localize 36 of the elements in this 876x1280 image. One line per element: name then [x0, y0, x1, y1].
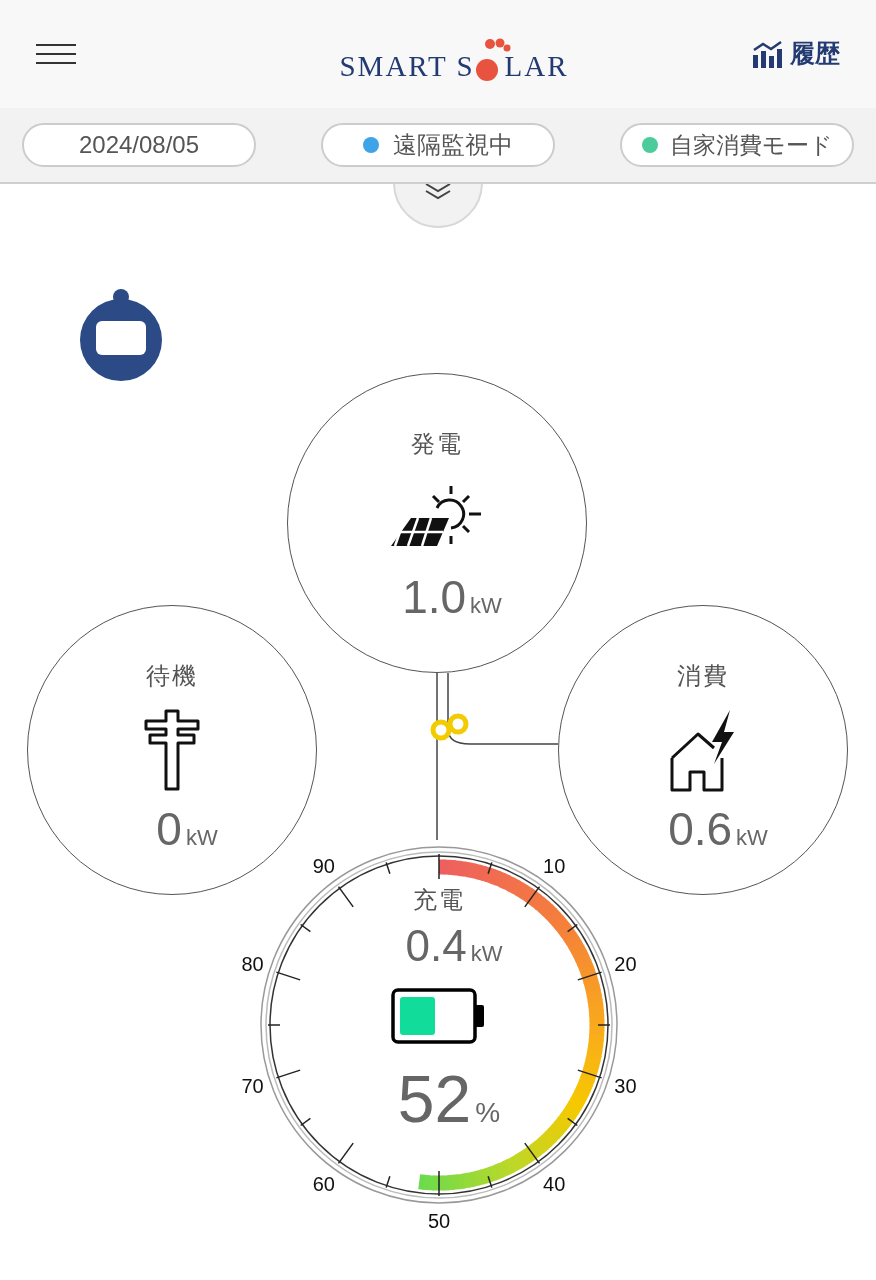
- robot-icon[interactable]: [79, 288, 163, 382]
- generation-label: 発電: [411, 429, 463, 459]
- gauge-scale-label: 10: [543, 855, 566, 878]
- chevron-down-icon: [424, 184, 452, 200]
- generation-unit: kW: [470, 592, 502, 620]
- history-button[interactable]: 履歴: [752, 35, 840, 73]
- gauge-scale-label: 80: [241, 953, 264, 976]
- generation-value: 1.0: [402, 574, 467, 620]
- battery-icon: [391, 988, 487, 1044]
- percent-unit: %: [475, 1096, 501, 1130]
- consumption-value: 0.6: [668, 806, 733, 852]
- gauge-scale-label: 90: [312, 855, 335, 878]
- date-pill: 2024/08/05: [22, 123, 256, 167]
- standby-value: 0: [156, 806, 182, 852]
- battery-power-value: 0.4: [405, 924, 467, 968]
- gauge-scale-label: 40: [543, 1172, 566, 1195]
- logo-text: SMART S: [339, 48, 475, 84]
- battery-label: 充電: [413, 885, 465, 915]
- logo-text: LAR: [504, 48, 569, 84]
- battery-power-unit: kW: [470, 940, 503, 968]
- gauge-scale-label: 60: [312, 1172, 335, 1195]
- gauge-scale-label: 70: [241, 1074, 264, 1097]
- mode-label: 自家消費モード: [669, 130, 833, 160]
- menu-icon[interactable]: [36, 42, 76, 66]
- gauge-scale-label: 30: [614, 1074, 637, 1097]
- standby-label: 待機: [146, 661, 198, 691]
- gauge-scale-label: 20: [614, 953, 637, 976]
- battery-percent: 52: [397, 1066, 472, 1132]
- gauge-scale-label: 50: [427, 1210, 451, 1232]
- standby-unit: kW: [185, 824, 218, 852]
- link-icon: [430, 713, 469, 741]
- utility-pole-icon: [142, 709, 202, 791]
- consumption-label: 消費: [677, 661, 729, 691]
- consumption-unit: kW: [736, 824, 768, 852]
- bar-chart-icon: [752, 39, 784, 69]
- monitor-label: 遠隔監視中: [393, 130, 513, 160]
